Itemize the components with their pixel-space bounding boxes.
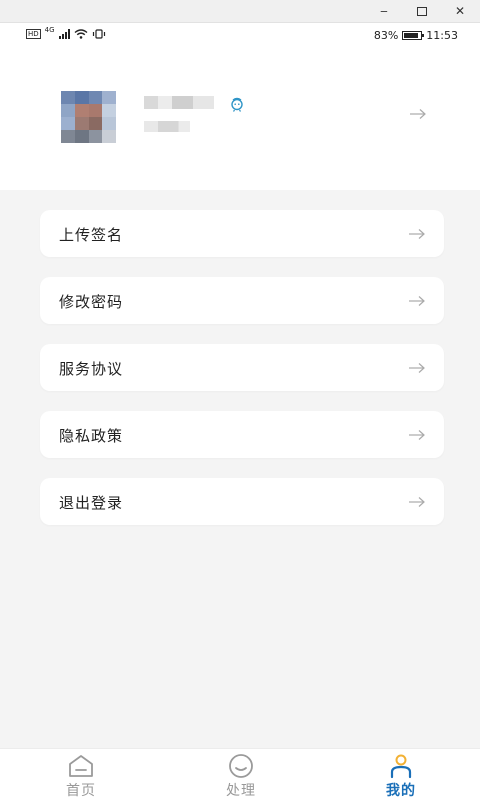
- signal-icon: [58, 29, 70, 39]
- arrow-right-icon: [409, 430, 425, 440]
- home-icon: [69, 755, 93, 777]
- tab-label: 处理: [226, 783, 256, 799]
- settings-menu: 上传签名 修改密码 服务协议 隐私政策 退出登录: [40, 210, 444, 545]
- menu-item-change-password[interactable]: 修改密码: [40, 277, 444, 324]
- arrow-right-icon: [409, 497, 425, 507]
- maximize-button[interactable]: [404, 0, 440, 22]
- menu-item-label: 服务协议: [59, 360, 124, 378]
- user-id: [144, 121, 190, 132]
- minimize-icon: ‒: [380, 4, 388, 18]
- vibrate-icon: [92, 29, 105, 39]
- user-name: [144, 96, 214, 109]
- battery-percent: 83%: [373, 29, 399, 42]
- bottom-tab-bar: 首页 处理 我的: [0, 748, 480, 801]
- arrow-right-icon: [409, 363, 425, 373]
- arrow-right-icon[interactable]: [409, 107, 427, 121]
- window-titlebar: ‒ ✕: [0, 0, 480, 23]
- menu-item-label: 修改密码: [59, 293, 124, 311]
- menu-item-label: 隐私政策: [59, 427, 124, 445]
- menu-item-service-agreement[interactable]: 服务协议: [40, 344, 444, 391]
- arrow-right-icon: [409, 296, 425, 306]
- network-type: 4G: [44, 26, 55, 34]
- menu-item-label: 上传签名: [59, 226, 124, 244]
- menu-item-upload-signature[interactable]: 上传签名: [40, 210, 444, 257]
- maximize-icon: [417, 6, 427, 16]
- battery-icon: [402, 31, 425, 40]
- minimize-button[interactable]: ‒: [366, 0, 402, 22]
- tab-home[interactable]: 首页: [41, 749, 121, 801]
- tab-label: 首页: [66, 783, 96, 799]
- status-left: HD 4G: [26, 26, 106, 39]
- menu-item-label: 退出登录: [59, 494, 124, 512]
- wifi-icon: [74, 29, 87, 39]
- close-icon: ✕: [454, 4, 466, 18]
- tab-mine[interactable]: 我的: [361, 749, 441, 801]
- arrow-right-icon: [409, 229, 425, 239]
- menu-item-logout[interactable]: 退出登录: [40, 478, 444, 525]
- tab-label: 我的: [386, 783, 416, 799]
- user-icon: [390, 754, 412, 779]
- smile-icon: [229, 754, 253, 778]
- hd-badge: HD: [26, 29, 41, 39]
- status-bar: HD 4G 83% 11:53: [0, 23, 480, 49]
- clock: 11:53: [426, 29, 458, 42]
- menu-item-privacy-policy[interactable]: 隐私政策: [40, 411, 444, 458]
- tab-handle[interactable]: 处理: [201, 749, 281, 801]
- male-icon: [231, 97, 243, 112]
- avatar[interactable]: [61, 91, 116, 143]
- status-right: 83% 11:53: [374, 29, 458, 42]
- close-button[interactable]: ✕: [442, 0, 478, 22]
- profile-header[interactable]: [0, 49, 480, 190]
